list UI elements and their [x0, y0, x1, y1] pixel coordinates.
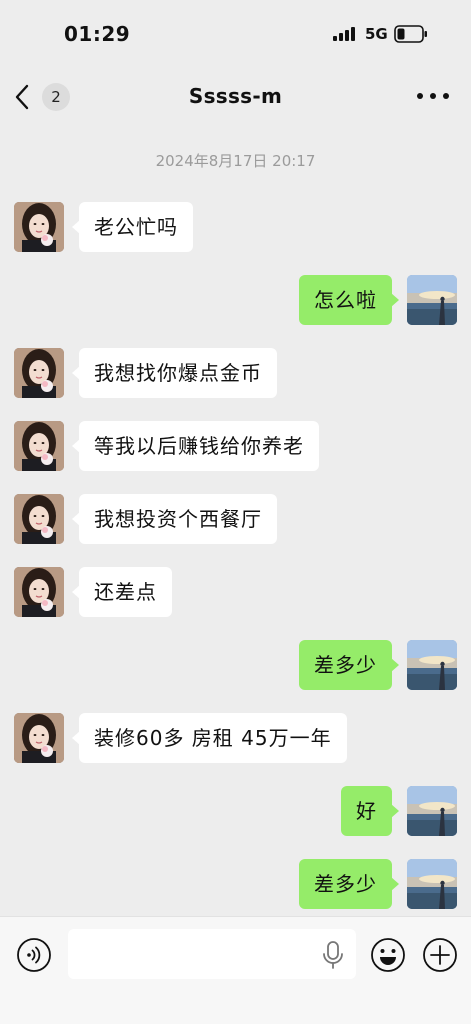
- emoji-icon[interactable]: [370, 937, 406, 977]
- message-received: 装修60多 房租 45万一年: [0, 713, 471, 763]
- contact-avatar[interactable]: [14, 348, 64, 398]
- message-timestamp: 2024年8月17日 20:17: [155, 152, 316, 170]
- message-list: 老公忙吗 怎么啦 我想找你爆点金币 等我以后赚钱给你养老 我想投资个西餐厅 还差…: [0, 200, 471, 909]
- message-bubble[interactable]: 还差点: [72, 567, 172, 617]
- message-bubble[interactable]: 老公忙吗: [72, 202, 193, 252]
- message-bubble[interactable]: 我想投资个西餐厅: [72, 494, 277, 544]
- message-sent: 好: [0, 786, 471, 836]
- message-bubble[interactable]: 差多少: [299, 640, 399, 690]
- message-sent: 差多少: [0, 640, 471, 690]
- my-avatar[interactable]: [407, 859, 457, 909]
- message-bubble[interactable]: 我想找你爆点金币: [72, 348, 277, 398]
- more-icon[interactable]: [417, 82, 449, 110]
- chat-title: Sssss-m: [188, 84, 283, 108]
- message-received: 老公忙吗: [0, 202, 471, 252]
- input-bar: [0, 916, 471, 1024]
- contact-avatar[interactable]: [14, 713, 64, 763]
- status-bar: 01:29 5G: [0, 0, 471, 68]
- contact-avatar[interactable]: [14, 421, 64, 471]
- message-received: 还差点: [0, 567, 471, 617]
- message-bubble[interactable]: 等我以后赚钱给你养老: [72, 421, 319, 471]
- message-sent: 怎么啦: [0, 275, 471, 325]
- contact-avatar[interactable]: [14, 202, 64, 252]
- status-time: 01:29: [64, 22, 131, 46]
- message-received: 我想找你爆点金币: [0, 348, 471, 398]
- contact-avatar[interactable]: [14, 494, 64, 544]
- mic-icon[interactable]: [322, 941, 344, 973]
- message-bubble[interactable]: 装修60多 房租 45万一年: [72, 713, 347, 763]
- contact-avatar[interactable]: [14, 567, 64, 617]
- message-input[interactable]: [68, 929, 356, 979]
- message-received: 我想投资个西餐厅: [0, 494, 471, 544]
- plus-icon[interactable]: [422, 937, 458, 977]
- nav-bar: 2 Sssss-m: [0, 68, 471, 126]
- message-received: 等我以后赚钱给你养老: [0, 421, 471, 471]
- message-bubble[interactable]: 好: [341, 786, 399, 836]
- my-avatar[interactable]: [407, 275, 457, 325]
- message-bubble[interactable]: 怎么啦: [299, 275, 399, 325]
- battery-icon: [394, 25, 427, 43]
- my-avatar[interactable]: [407, 640, 457, 690]
- message-bubble[interactable]: 差多少: [299, 859, 399, 909]
- network-label: 5G: [365, 25, 388, 43]
- my-avatar[interactable]: [407, 786, 457, 836]
- signal-icon: [333, 27, 355, 41]
- voice-icon[interactable]: [16, 937, 52, 977]
- message-sent: 差多少: [0, 859, 471, 909]
